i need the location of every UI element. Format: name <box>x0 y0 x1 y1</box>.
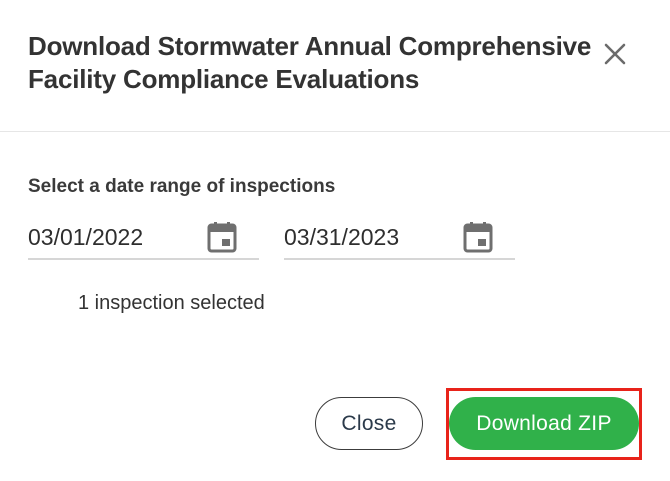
dialog-title: Download Stormwater Annual Comprehensive… <box>28 31 592 94</box>
end-date-input[interactable] <box>284 222 454 252</box>
download-dialog: Download Stormwater Annual Comprehensive… <box>0 0 670 481</box>
date-range-label: Select a date range of inspections <box>28 176 336 197</box>
download-zip-button[interactable]: Download ZIP <box>449 397 639 450</box>
start-date-input[interactable] <box>28 222 198 252</box>
selection-count-text: 1 inspection selected <box>78 292 265 314</box>
close-icon[interactable] <box>601 40 629 68</box>
end-date-field[interactable] <box>284 214 515 260</box>
start-date-calendar-icon[interactable] <box>206 220 238 254</box>
end-date-calendar-icon[interactable] <box>462 220 494 254</box>
dialog-header: Download Stormwater Annual Comprehensive… <box>0 0 670 132</box>
close-button[interactable]: Close <box>315 397 423 450</box>
start-date-field[interactable] <box>28 214 259 260</box>
